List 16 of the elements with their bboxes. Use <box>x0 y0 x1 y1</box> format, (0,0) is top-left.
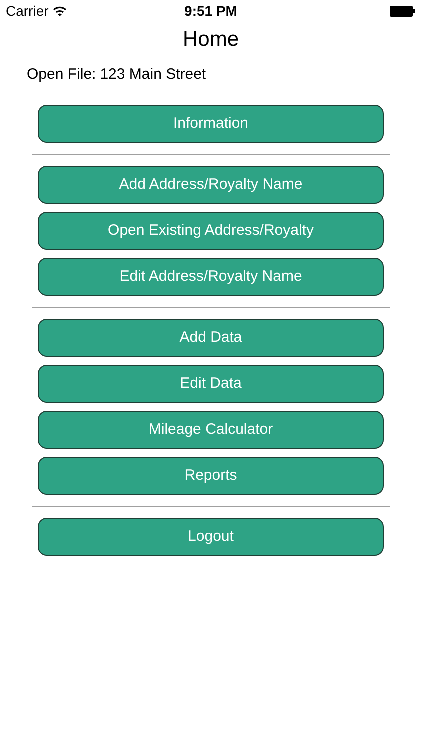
status-time: 9:51 PM <box>184 2 238 20</box>
menu-button[interactable]: Open Existing Address/Royalty <box>38 212 384 250</box>
menu-button[interactable]: Reports <box>38 457 384 495</box>
screen-title: Home <box>182 27 240 53</box>
menu-button[interactable]: Information <box>38 105 384 143</box>
carrier-name: Carrier <box>6 2 49 20</box>
menu-button[interactable]: Mileage Calculator <box>38 411 384 449</box>
wifi-icon <box>52 6 67 16</box>
menu-button[interactable]: Edit Data <box>38 365 384 403</box>
battery-icon <box>390 6 416 16</box>
menu-button[interactable]: Edit Address/Royalty Name <box>38 258 384 296</box>
menu-button[interactable]: Add Address/Royalty Name <box>38 166 384 204</box>
menu-button[interactable]: Logout <box>38 518 384 556</box>
open-file-label: Open File: <box>27 64 96 84</box>
open-file-value: 123 Main Street <box>100 64 206 84</box>
menu-button[interactable]: Add Data <box>38 319 384 357</box>
